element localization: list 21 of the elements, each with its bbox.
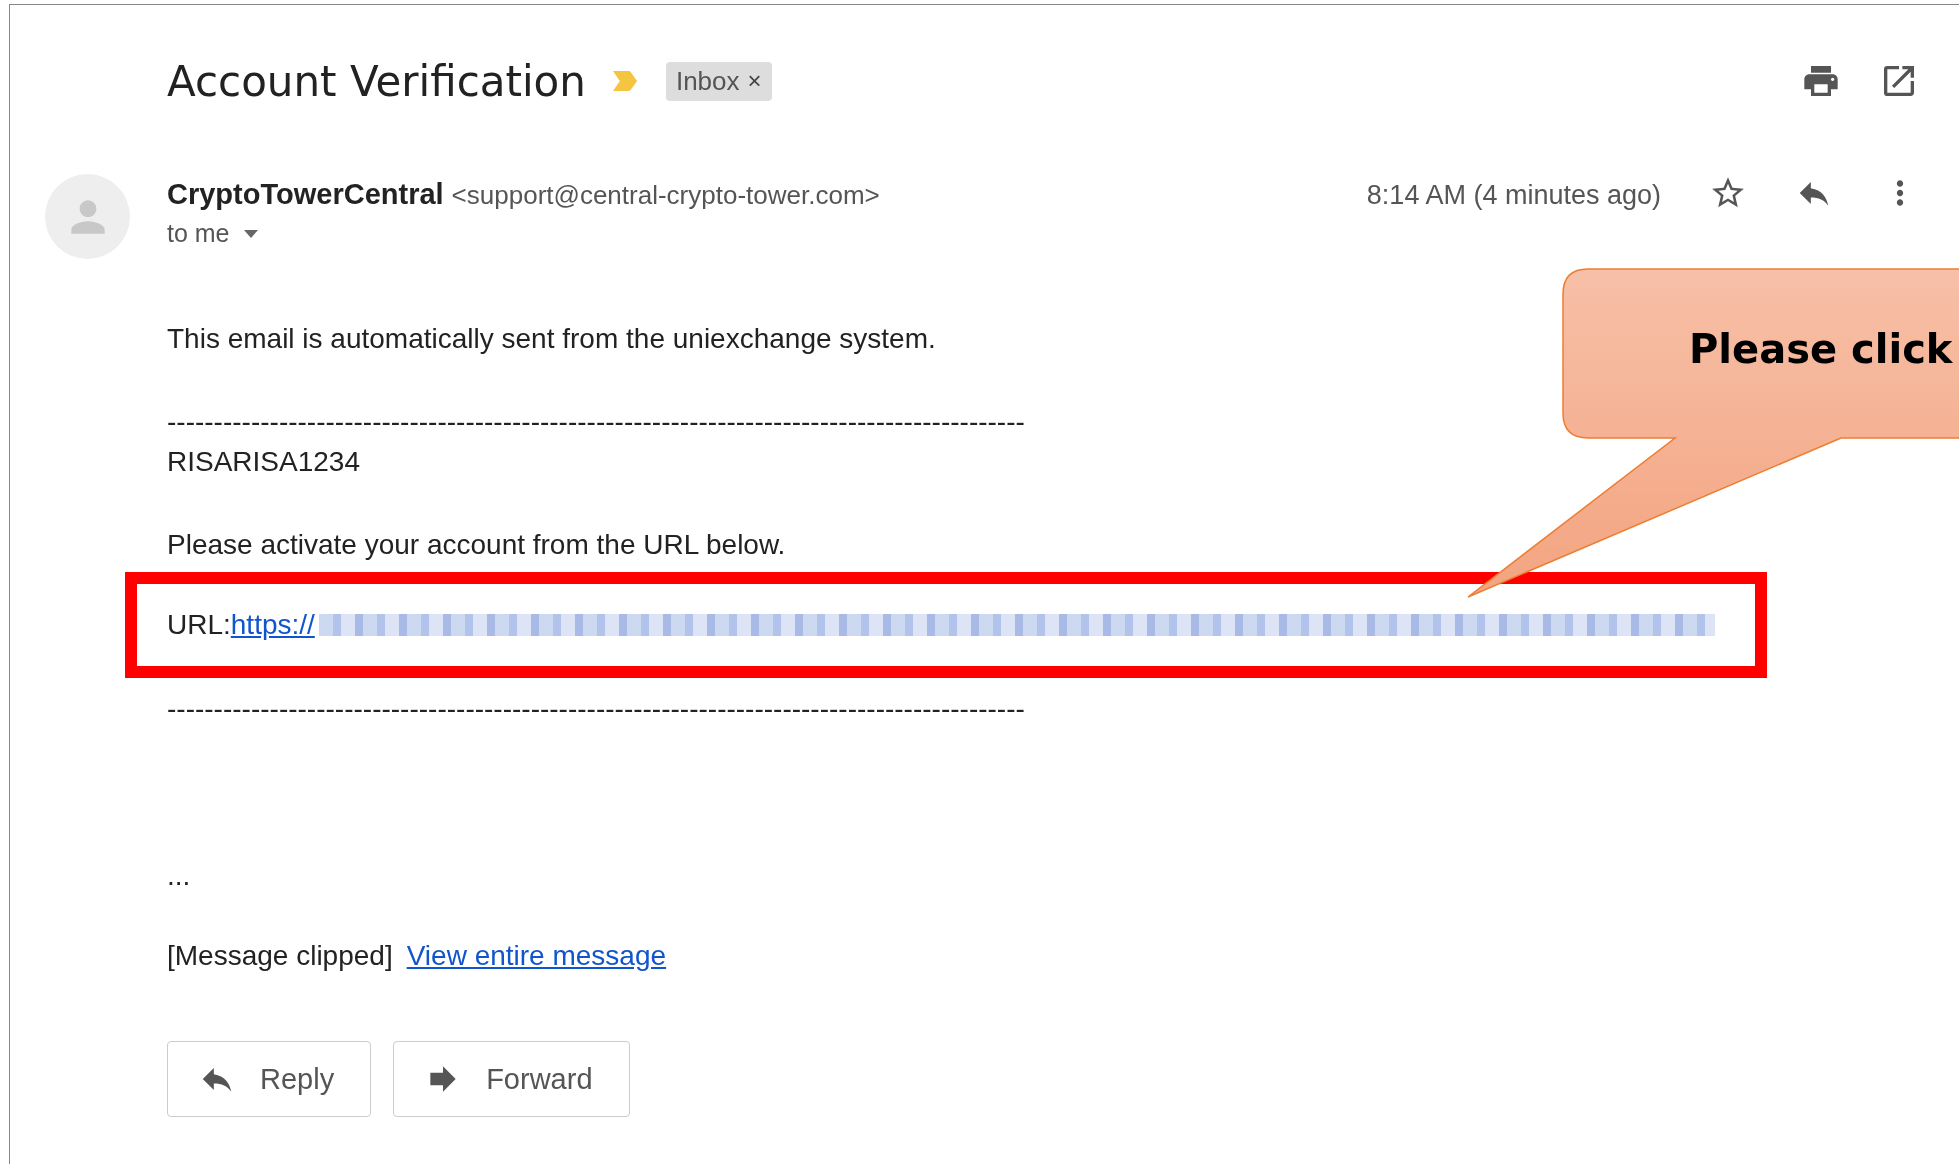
ellipsis-text: ... bbox=[167, 859, 191, 893]
body-text: This email is automatically sent from the uniexchange system. bbox=[167, 322, 936, 356]
body-text: -------------------------------------------------------------------------------------------- bbox=[167, 405, 1025, 439]
caret-icon bbox=[243, 229, 258, 238]
callout-text: Please click bbox=[1689, 326, 1953, 372]
forward-button[interactable]: Forward bbox=[393, 1041, 630, 1117]
activation-link[interactable]: https:// bbox=[230, 605, 315, 645]
body-text: RISARISA1234 bbox=[167, 445, 360, 479]
sender-name: CryptoTowerCentral bbox=[167, 178, 444, 211]
view-message-link[interactable]: View entire message bbox=[406, 936, 667, 976]
label-text: Inbox bbox=[675, 65, 740, 97]
body-text: -------------------------------------------------------------------------------------------- bbox=[167, 692, 1025, 726]
clipped-notice: [Message clipped] bbox=[167, 939, 393, 973]
remove-label-button[interactable]: × bbox=[747, 67, 762, 95]
recipient-toggle[interactable]: to me bbox=[167, 219, 258, 248]
sender-email: <support@central-crypto-tower.com> bbox=[451, 180, 880, 211]
email-subject: Account Verification bbox=[167, 56, 586, 106]
message-time: 8:14 AM (4 minutes ago) bbox=[1366, 180, 1661, 211]
reply-button[interactable]: Reply bbox=[167, 1041, 372, 1117]
body-text: Please activate your account from the URL below. bbox=[167, 528, 786, 562]
url-label: URL: bbox=[167, 608, 231, 642]
